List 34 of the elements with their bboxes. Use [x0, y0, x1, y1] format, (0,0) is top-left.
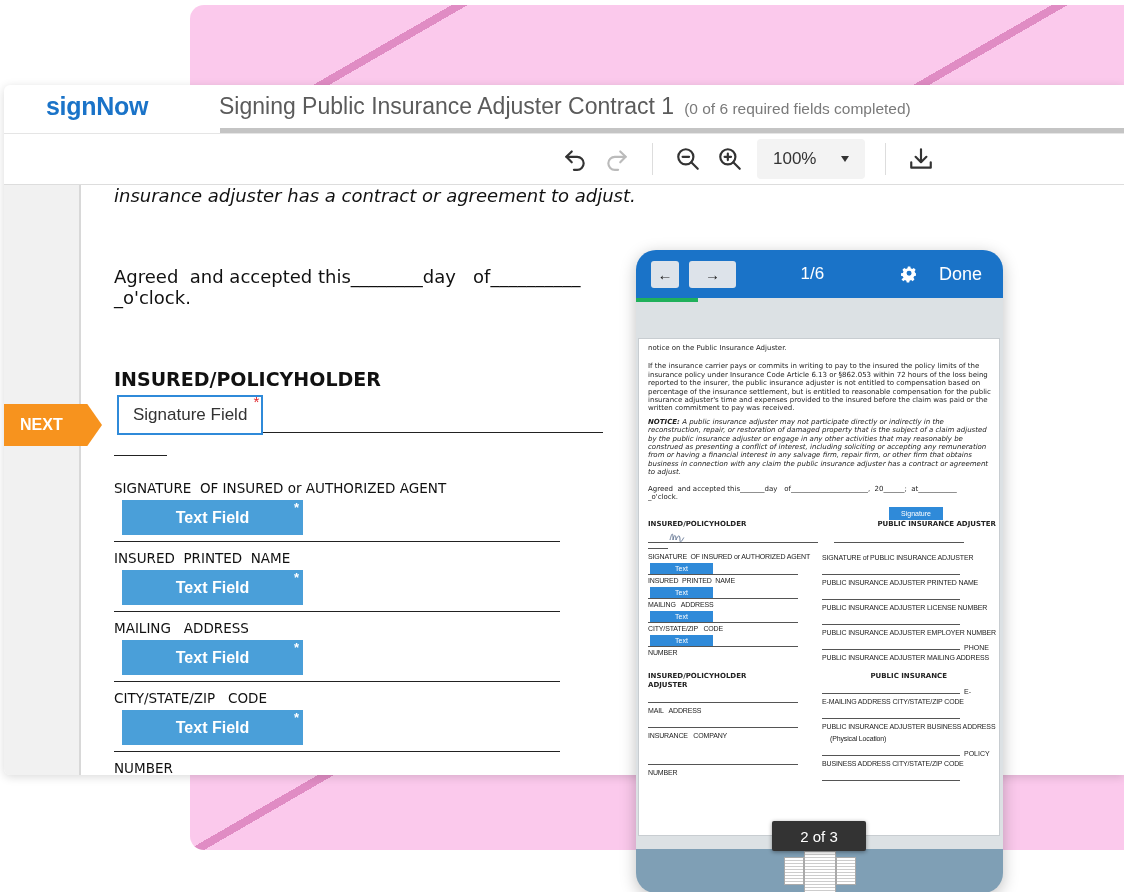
document-text: _o'clock.	[114, 287, 191, 308]
required-mark: *	[293, 570, 299, 585]
page-thumbnail[interactable]	[783, 857, 804, 885]
field-label: NUMBER	[114, 760, 173, 775]
settings-icon[interactable]	[900, 265, 917, 283]
done-button[interactable]: Done	[932, 262, 988, 286]
page-thumbnail[interactable]	[803, 851, 836, 892]
required-mark: *	[293, 710, 299, 725]
field-label: INSURED PRINTED NAME	[114, 550, 291, 568]
page-counter: 1/6	[800, 264, 826, 284]
forward-button[interactable]: →	[689, 260, 736, 288]
page-indicator: 2 of 3	[772, 821, 866, 851]
required-mark: *	[293, 640, 299, 655]
zoom-dropdown[interactable]: 100%	[757, 139, 865, 179]
back-button[interactable]: ←	[651, 260, 680, 288]
next-tag[interactable]: NEXT	[4, 404, 102, 446]
required-mark: *	[253, 393, 260, 410]
completion-status: (0 of 6 required fields completed)	[684, 100, 911, 118]
text-field[interactable]: Text Field *	[122, 570, 303, 605]
text-field[interactable]: Text Field *	[122, 500, 303, 535]
field-label: MAILING ADDRESS	[114, 620, 249, 638]
required-mark: *	[293, 500, 299, 515]
caret-icon	[841, 156, 849, 162]
page-thumbnail[interactable]	[835, 857, 856, 885]
document-text: insurance adjuster has a contract or agreement to adjust.	[114, 185, 636, 206]
field-label: CITY/STATE/ZIP CODE	[114, 690, 267, 708]
field-label: SIGNATURE OF INSURED or AUTHORIZED AGENT	[114, 480, 447, 498]
signature-field[interactable]: Signature Field *	[117, 395, 264, 435]
text-field[interactable]: Text Field *	[122, 710, 303, 745]
document-title: Signing Public Insurance Adjuster Contract 1	[219, 93, 675, 120]
logo[interactable]: signNow	[46, 92, 219, 121]
section-heading: INSURED/POLICYHOLDER	[114, 368, 381, 390]
document-text: Agreed and accepted this________day of__________	[114, 266, 581, 287]
text-field[interactable]: Text Field *	[122, 640, 303, 675]
